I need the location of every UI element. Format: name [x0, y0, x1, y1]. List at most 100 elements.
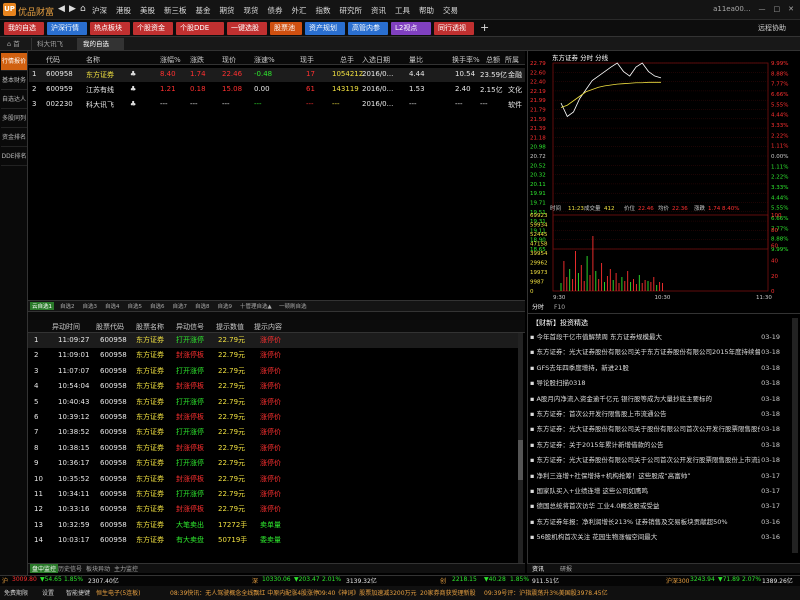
news-headline[interactable]: ▪ 德国总统将首次访华 工业4.0概念股或受益 [530, 499, 760, 514]
menu-item-8[interactable]: 外汇 [292, 5, 307, 16]
column-header-4[interactable]: 涨跌 [190, 55, 204, 65]
watchlist-tab-2[interactable]: 自选3 [81, 302, 100, 310]
remote-assist-button[interactable]: 远程协助 [758, 23, 786, 33]
alert-row[interactable]: 9 10:36:17 600958 东方证券 打开涨停 22.79元 涨停价 [28, 456, 518, 471]
monitor-tab-2[interactable]: 板块异动 [86, 564, 110, 573]
monitor-tab-1[interactable]: 历史信号 [58, 564, 82, 573]
home-icon[interactable]: ⌂ [80, 4, 86, 14]
close-icon[interactable]: ✕ [788, 5, 794, 13]
alert-header-1[interactable]: 股票代码 [96, 322, 124, 332]
left-nav-item-4[interactable]: 资金排名 [1, 129, 27, 147]
column-header-10[interactable]: 量比 [409, 55, 423, 65]
menu-item-5[interactable]: 期货 [220, 5, 235, 16]
add-button-icon[interactable]: + [480, 21, 489, 34]
news-headline[interactable]: ▪ 东方证券：首次公开发行限售股上市流通公告 [530, 407, 760, 422]
alert-header-2[interactable]: 股票名称 [136, 322, 164, 332]
news-scrollbar[interactable] [792, 318, 798, 553]
column-header-8[interactable]: 总手 [340, 55, 354, 65]
monitor-tab-3[interactable]: 主力监控 [114, 564, 138, 573]
quote-cell[interactable]: 600958 [46, 70, 73, 78]
page-tab-1[interactable]: 科大讯飞 [32, 38, 78, 50]
alert-row[interactable]: 13 10:32:59 600958 东方证券 大笔卖出 17272手 卖单量 [28, 518, 518, 533]
toolbar-button-9[interactable]: L2视点 [391, 22, 431, 35]
menu-item-10[interactable]: 研究所 [340, 5, 363, 16]
news-headline[interactable]: ▪ 净利三连增+社保增持+机构抢筹！这些股成“高富帅” [530, 469, 760, 484]
ticker-item[interactable]: 免费期限 [4, 588, 28, 597]
toolbar-button-6[interactable]: 股票池 [270, 22, 302, 35]
menu-item-1[interactable]: 港股 [116, 5, 131, 16]
column-header-13[interactable]: 所属 [505, 55, 519, 65]
quote-cell[interactable]: 江苏有线 [86, 85, 114, 95]
news-item[interactable]: ▪ 东方证券：光大证券股份有限公司关于股份有限公司首次公开发行股票限售股份上市流… [530, 422, 792, 437]
news-headline[interactable]: ▪ 56股机构首次关注 花园生物涨幅空间最大 [530, 530, 760, 545]
toolbar-button-4[interactable]: 个股DDE [176, 22, 224, 35]
news-item[interactable]: ▪ 东方证券年报：净利润增长213% 证券销售及交易板块贡献超50% 03-16 [530, 515, 792, 530]
news-headline[interactable]: ▪ A股月内净流入资金逾千亿元 银行股等成为大量抄底主要标的 [530, 392, 760, 407]
news-headline[interactable]: ▪ 东方证券：关于2015年累计新增借款的公告 [530, 438, 760, 453]
quote-cell[interactable]: 600959 [46, 85, 73, 93]
minimize-icon[interactable]: — [759, 5, 766, 13]
alert-row[interactable]: 4 10:54:04 600958 东方证券 封涨停板 22.79元 涨停价 [28, 379, 518, 394]
quote-cell[interactable]: 科大讯飞 [86, 100, 114, 110]
quote-cell[interactable]: 002230 [46, 100, 73, 108]
left-nav-item-2[interactable]: 自选达人 [1, 91, 27, 109]
quote-cell[interactable]: 3 [32, 100, 36, 108]
toolbar-button-1[interactable]: 沪深行情 [47, 22, 87, 35]
news-headline[interactable]: ▪ 东方证券年报：净利润增长213% 证券销售及交易板块贡献超50% [530, 515, 760, 530]
alert-row[interactable]: 2 11:09:01 600958 东方证券 封涨停板 22.79元 涨停价 [28, 348, 518, 363]
column-header-11[interactable]: 换手率% [452, 55, 480, 65]
left-nav-item-1[interactable]: 基本财务 [1, 72, 27, 90]
toolbar-button-3[interactable]: 个股资金 [133, 22, 173, 35]
news-headline[interactable]: ▪ GFS去年四季度增持，新进21股 [530, 361, 760, 376]
news-item[interactable]: ▪ 东方证券：关于2015年累计新增借款的公告 03-18 [530, 438, 792, 453]
menu-item-2[interactable]: 美股 [140, 5, 155, 16]
left-nav-item-0[interactable]: 行情报价 [1, 53, 27, 71]
watchlist-tab-3[interactable]: 自选4 [103, 302, 122, 310]
alert-row[interactable]: 7 10:38:52 600958 东方证券 打开涨停 22.79元 涨停价 [28, 425, 518, 440]
ticker-item[interactable]: 智能捷键 [66, 588, 90, 597]
menu-item-6[interactable]: 现货 [244, 5, 259, 16]
quote-cell[interactable]: 2 [32, 85, 36, 93]
news-headline[interactable]: ▪ 东方证券：光大证券股份有限公司关于东方证券股份有限公司2015年度持续督导年… [530, 345, 760, 360]
news-headline[interactable]: ▪ 今年首段干亿市值解禁周 东方证券规模最大 [530, 330, 760, 345]
menu-item-13[interactable]: 帮助 [419, 5, 434, 16]
toolbar-button-10[interactable]: 同行透视 [434, 22, 474, 35]
news-headline[interactable]: ▪ 东方证券：光大证券股份有限公司关于公司首次公开发行股票限售股份上市流通的核查… [530, 453, 760, 468]
maximize-icon[interactable]: □ [774, 5, 781, 13]
column-header-0[interactable]: 代码 [46, 55, 60, 65]
news-headline[interactable]: ▪ 国家队买入+业绩连增 这些公司如鹰鸣 [530, 484, 760, 499]
news-item[interactable]: ▪ 导论股扫描0318 03-18 [530, 376, 792, 391]
watchlist-tab-6[interactable]: 自选7 [171, 302, 190, 310]
news-tab-0[interactable]: 资讯 [532, 564, 544, 573]
menu-item-4[interactable]: 基金 [196, 5, 211, 16]
news-headline[interactable]: ▪ 导论股扫描0318 [530, 376, 760, 391]
alert-row[interactable]: 10 10:35:52 600958 东方证券 封涨停板 22.79元 涨停价 [28, 472, 518, 487]
news-tab-1[interactable]: 研报 [560, 564, 572, 573]
toolbar-button-7[interactable]: 资产规划 [305, 22, 345, 35]
alert-row[interactable]: 12 10:33:16 600958 东方证券 封涨停板 22.79元 涨停价 [28, 502, 518, 517]
left-nav-item-5[interactable]: DDE排名 [1, 148, 27, 166]
alert-row[interactable]: 11 10:34:11 600958 东方证券 打开涨停 22.79元 涨停价 [28, 487, 518, 502]
news-item[interactable]: ▪ 国家队买入+业绩连增 这些公司如鹰鸣 03-17 [530, 484, 792, 499]
news-item[interactable]: ▪ 东方证券：光大证券股份有限公司关于东方证券股份有限公司2015年度持续督导年… [530, 345, 792, 360]
page-tab-0[interactable]: ⌂ 首页 [2, 38, 32, 60]
alert-row[interactable]: 1 11:09:27 600958 东方证券 打开涨停 22.79元 涨停价 [28, 333, 518, 348]
news-item[interactable]: ▪ 净利三连增+社保增持+机构抢筹！这些股成“高富帅” 03-17 [530, 469, 792, 484]
watchlist-tab-9[interactable]: 十管理自选▲ [238, 302, 274, 310]
quote-cell[interactable]: 东方证券 [86, 70, 114, 80]
column-header-12[interactable]: 总额 [486, 55, 500, 65]
menu-item-12[interactable]: 工具 [395, 5, 410, 16]
column-header-9[interactable]: 入选日期 [362, 55, 390, 65]
menu-item-14[interactable]: 交易 [443, 5, 458, 16]
news-item[interactable]: ▪ GFS去年四季度增持，新进21股 03-18 [530, 361, 792, 376]
column-header-5[interactable]: 现价 [222, 55, 236, 65]
watchlist-tab-1[interactable]: 自选2 [58, 302, 77, 310]
alert-row[interactable]: 6 10:39:12 600958 东方证券 封涨停板 22.79元 涨停价 [28, 410, 518, 425]
news-item[interactable]: ▪ 东方证券：首次公开发行限售股上市流通公告 03-18 [530, 407, 792, 422]
forward-arrow-icon[interactable]: ▶ [69, 4, 76, 14]
alert-row[interactable]: 14 10:03:17 600958 东方证券 有大卖盘 50719手 委卖量 [28, 533, 518, 548]
ticker-item[interactable]: 设置 [42, 588, 54, 597]
news-item[interactable]: ▪ 今年首段干亿市值解禁周 东方证券规模最大 03-19 [530, 330, 792, 345]
page-tab-2[interactable]: 我的自选 [78, 38, 124, 50]
news-headline[interactable]: ▪ 东方证券：光大证券股份有限公司关于股份有限公司首次公开发行股票限售股份上市流… [530, 422, 760, 437]
